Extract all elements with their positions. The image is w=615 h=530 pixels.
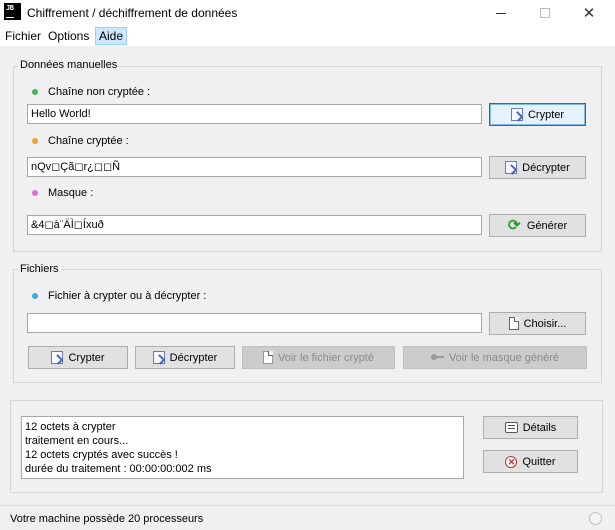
decrypt-file-icon: [152, 351, 165, 364]
encrypt-file-button-label: Crypter: [68, 351, 105, 364]
mask-input[interactable]: &4◻à¨ÄÌ◻Íxuð: [27, 215, 482, 235]
title-bar: JB Chiffrement / déchiffrement de donnée…: [0, 0, 615, 26]
mask-label: Masque :: [48, 187, 94, 199]
encrypt-string-button-label: Crypter: [527, 108, 565, 121]
status-indicator-icon: [589, 512, 602, 525]
file-icon: [508, 317, 519, 330]
encrypted-dot-icon: [32, 138, 38, 144]
menu-bar: Fichier Options Aide: [0, 26, 615, 46]
log-line: 12 octets à crypter: [25, 421, 116, 433]
app-logo-icon: JB: [4, 3, 21, 20]
details-button-label: Détails: [522, 421, 557, 434]
view-generated-mask-button-label: Voir le masque généré: [448, 351, 560, 364]
encrypted-text-label: Chaîne cryptée :: [48, 135, 129, 147]
encrypt-file-icon: [51, 351, 64, 364]
file-label: Fichier à crypter ou à décrypter :: [48, 290, 207, 302]
close-button[interactable]: ✕: [566, 0, 612, 26]
generate-mask-button[interactable]: Générer: [489, 214, 586, 237]
view-encrypted-file-button[interactable]: Voir le fichier crypté: [242, 346, 395, 369]
status-bar: Votre machine possède 20 processeurs: [0, 505, 615, 530]
plain-dot-icon: [32, 89, 38, 95]
status-text: Votre machine possède 20 processeurs: [10, 513, 204, 525]
log-line: traitement en cours...: [25, 435, 129, 447]
minimize-button[interactable]: [478, 0, 524, 26]
generate-mask-button-label: Générer: [526, 219, 568, 232]
document-icon: [263, 351, 273, 364]
view-generated-mask-button[interactable]: Voir le masque généré: [403, 346, 587, 369]
decrypt-icon: [505, 161, 518, 174]
quit-button[interactable]: ✕ Quitter: [483, 450, 578, 473]
minimize-icon: [496, 12, 506, 14]
window-title: Chiffrement / déchiffrement de données: [27, 6, 238, 20]
decrypt-file-button[interactable]: Décrypter: [135, 346, 235, 369]
decrypt-file-button-label: Décrypter: [169, 351, 218, 364]
details-button[interactable]: Détails: [483, 416, 578, 439]
mask-dot-icon: [32, 190, 38, 196]
decrypt-string-button-label: Décrypter: [522, 161, 570, 174]
menu-aide[interactable]: Aide: [95, 27, 128, 45]
key-icon: [430, 353, 444, 362]
close-icon: ✕: [582, 5, 596, 22]
file-dot-icon: [32, 293, 38, 299]
manual-data-group-title: Données manuelles: [18, 59, 120, 71]
choose-file-button[interactable]: Choisir...: [489, 312, 586, 335]
decrypt-string-button[interactable]: Décrypter: [489, 156, 586, 179]
plain-text-input[interactable]: Hello World!: [27, 104, 482, 124]
plain-text-label: Chaîne non cryptée :: [48, 86, 151, 98]
encrypt-string-button[interactable]: Crypter: [489, 103, 586, 126]
quit-icon: ✕: [505, 455, 518, 468]
file-path-input[interactable]: [27, 313, 482, 333]
maximize-icon: [540, 8, 550, 18]
files-group-title: Fichiers: [18, 263, 61, 275]
maximize-button[interactable]: [522, 0, 568, 26]
encrypted-text-input[interactable]: nQv◻Çã◻r¿◻◻Ñ: [27, 157, 482, 177]
encrypt-file-button[interactable]: Crypter: [28, 346, 128, 369]
details-icon: [504, 422, 518, 433]
log-line: 12 octets cryptés avec succès !: [25, 449, 178, 461]
choose-file-button-label: Choisir...: [523, 317, 567, 330]
view-encrypted-file-button-label: Voir le fichier crypté: [278, 351, 374, 364]
menu-options[interactable]: Options: [45, 27, 92, 45]
quit-button-label: Quitter: [522, 455, 556, 468]
refresh-icon: [508, 216, 522, 234]
log-line: durée du traitement : 00:00:00:002 ms: [25, 463, 212, 475]
log-textarea[interactable]: 12 octets à crypter traitement en cours.…: [21, 416, 464, 479]
menu-fichier[interactable]: Fichier: [2, 27, 44, 45]
encrypt-icon: [510, 108, 523, 121]
